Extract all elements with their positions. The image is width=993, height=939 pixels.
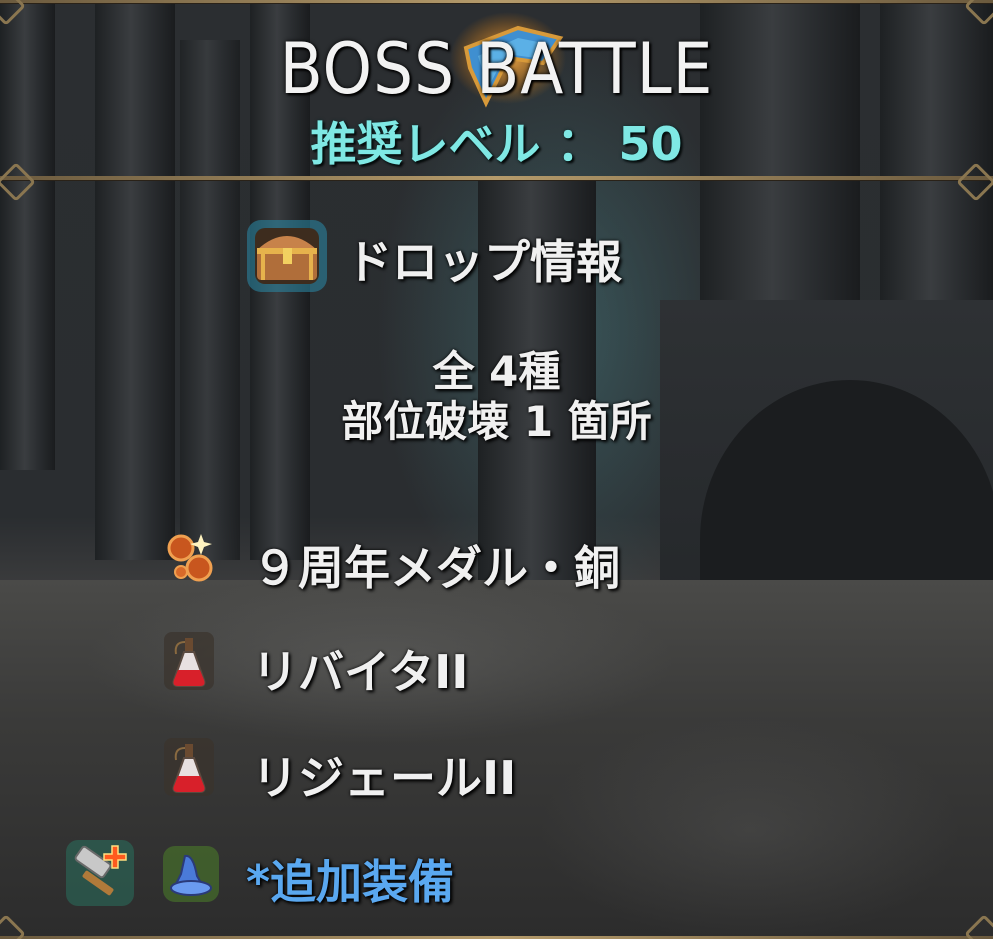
boss-battle-title: BOSS BATTLE <box>279 28 714 110</box>
bronze-medal-icon <box>167 534 213 582</box>
potion-flask-icon <box>164 738 214 796</box>
potion-flask-icon <box>164 632 214 690</box>
part-break-count: 部位破壊 1 箇所 <box>341 397 652 446</box>
wizard-hat-icon <box>163 846 219 902</box>
header-divider <box>0 176 993 180</box>
boss-battle-panel: { "header": { "title": "BOSS BATTLE", "r… <box>0 0 993 939</box>
hammer-plus-icon[interactable] <box>66 840 134 906</box>
drop-item-name: ９周年メダル・銅 <box>252 541 620 595</box>
frame-top <box>0 0 993 3</box>
drop-item-name: リジェールII <box>252 751 517 805</box>
treasure-chest-icon <box>247 220 327 292</box>
extra-equipment-link[interactable]: *追加装備 <box>246 846 454 912</box>
drop-info-label: ドロップ情報 <box>346 235 622 289</box>
recommended-level: 推奨レベル ： 50 <box>310 117 683 171</box>
drop-item-name: リバイタII <box>252 645 469 699</box>
